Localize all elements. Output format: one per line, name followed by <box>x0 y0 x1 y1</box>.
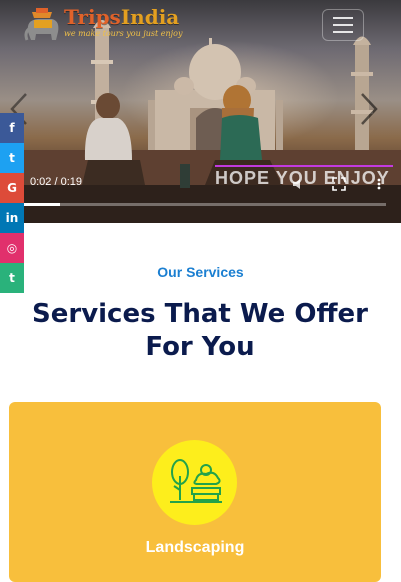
elephant-logo-icon <box>24 8 59 41</box>
service-card[interactable]: Landscaping <box>9 402 381 582</box>
hamburger-icon-bar <box>333 31 353 33</box>
twitter-icon[interactable]: t <box>0 143 24 173</box>
video-progress-fill <box>22 203 61 206</box>
carousel-next-icon[interactable] <box>358 92 380 126</box>
more-options-icon[interactable] <box>372 177 386 191</box>
hamburger-icon-bar <box>333 24 353 26</box>
instagram-icon[interactable]: ◎ <box>0 233 24 263</box>
site-logo[interactable]: TripsIndia we make tours you just enjoy <box>22 6 183 46</box>
google-plus-icon[interactable]: G <box>0 173 24 203</box>
logo-tagline: we make tours you just enjoy <box>64 29 183 38</box>
volume-icon[interactable] <box>292 177 306 191</box>
landscaping-icon <box>170 459 222 503</box>
linkedin-icon[interactable]: in <box>0 203 24 233</box>
service-card-title: Landscaping <box>145 539 245 556</box>
video-time: 0:02 / 0:19 <box>30 176 82 188</box>
watermark-underline <box>215 165 393 167</box>
hamburger-icon <box>333 17 353 19</box>
menu-toggle-button[interactable] <box>322 9 364 41</box>
video-progress-bar[interactable] <box>22 203 386 206</box>
hero-video[interactable]: TripsIndia we make tours you just enjoy … <box>0 0 401 223</box>
facebook-icon[interactable]: f <box>0 113 24 143</box>
services-eyebrow: Our Services <box>157 264 244 280</box>
fullscreen-icon[interactable] <box>332 177 346 191</box>
logo-name-part1: Trips <box>64 5 121 29</box>
logo-name-part2: India <box>120 5 180 29</box>
services-heading: Services That We Offer For You <box>32 299 368 362</box>
service-icon-circle <box>152 440 237 525</box>
